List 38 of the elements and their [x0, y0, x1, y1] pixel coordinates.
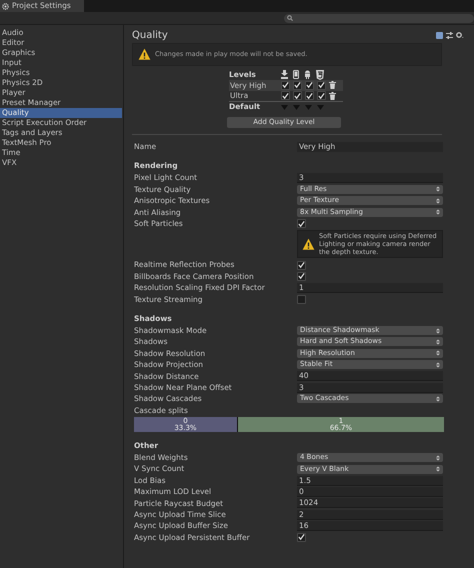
preset-icon[interactable]	[436, 32, 443, 38]
trash-icon[interactable]	[329, 92, 336, 100]
settings-icon[interactable]	[456, 32, 464, 38]
checkbox[interactable]	[317, 91, 326, 100]
warning-icon	[302, 238, 315, 251]
checkbox[interactable]	[293, 91, 302, 100]
checkbox[interactable]	[297, 532, 306, 542]
phone-icon	[293, 70, 299, 79]
checkbox[interactable]	[297, 272, 306, 281]
checkbox[interactable]	[305, 91, 314, 100]
html5-icon	[316, 70, 324, 80]
checkbox[interactable]	[317, 80, 326, 90]
gear-icon	[2, 2, 9, 10]
checkbox[interactable]	[297, 260, 306, 270]
warning-icon	[138, 48, 151, 61]
dropdown-arrows-icon	[436, 350, 440, 356]
dropdown-arrows-icon	[436, 396, 440, 402]
dropdown-arrows-icon	[436, 209, 440, 216]
checkbox[interactable]	[305, 80, 314, 90]
checkbox[interactable]	[297, 219, 306, 228]
android-icon	[304, 70, 311, 79]
checkbox[interactable]	[293, 80, 302, 90]
dropdown-arrows-icon	[436, 466, 440, 472]
checkbox[interactable]	[297, 294, 306, 304]
dropdown-arrows-icon	[436, 454, 440, 461]
dropdown-arrows-icon	[436, 362, 440, 368]
search-icon	[287, 15, 293, 21]
sliders-icon[interactable]	[446, 32, 453, 38]
dropdown-arrows-icon	[436, 338, 440, 345]
dropdown-arrows-icon	[436, 186, 440, 192]
dropdown-arrows-icon	[436, 328, 440, 334]
checkbox[interactable]	[281, 91, 290, 100]
trash-icon[interactable]	[329, 81, 336, 90]
download-icon	[281, 70, 288, 79]
search-field[interactable]	[284, 14, 474, 22]
dropdown-arrows-icon	[436, 198, 440, 204]
page-title: Quality	[132, 28, 168, 42]
checkbox[interactable]	[281, 80, 290, 90]
